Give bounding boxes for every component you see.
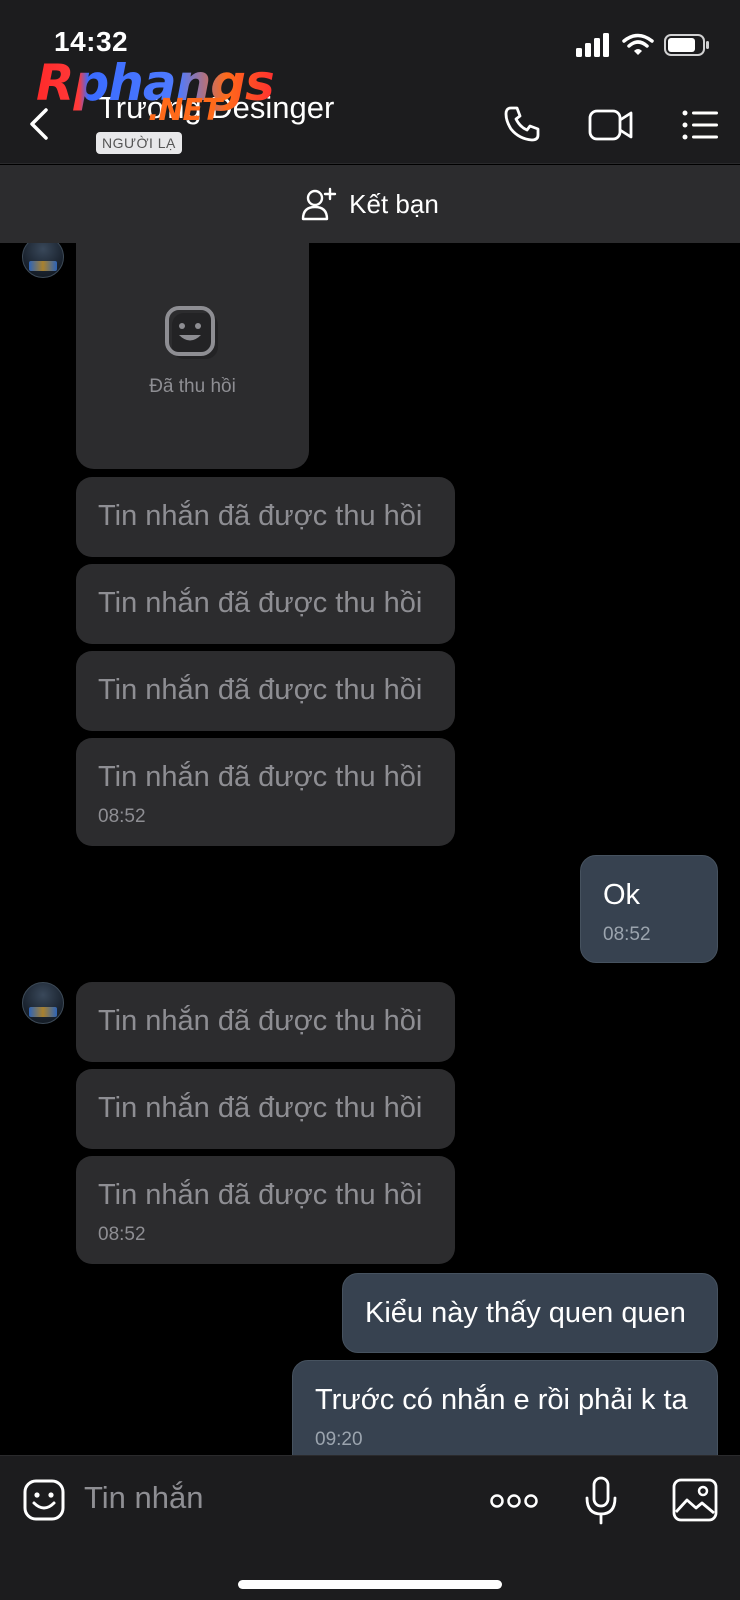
message-text: Tin nhắn đã được thu hồi (98, 674, 423, 706)
contact-avatar[interactable] (22, 243, 64, 278)
video-call-icon[interactable] (588, 108, 634, 142)
message-text: Tin nhắn đã được thu hồi (98, 587, 423, 619)
image-gallery-icon[interactable] (672, 1478, 718, 1522)
message-text: Ok (603, 879, 641, 911)
message-bubble[interactable]: Tin nhắn đã được thu hồi (76, 564, 455, 644)
message-bubble-outgoing[interactable]: Kiểu này thấy quen quen (342, 1273, 718, 1353)
menu-list-icon[interactable] (682, 110, 720, 140)
message-input-bar: Tin nhắn (0, 1455, 740, 1600)
add-friend-label: Kết bạn (349, 188, 439, 219)
chat-header: 14:32 Trường Desinger NGƯỜI LẠ Rphangs .… (0, 0, 740, 164)
status-icons (576, 30, 710, 60)
watermark-logo: Rphangs .NET (36, 58, 275, 126)
message-input[interactable]: Tin nhắn (84, 1480, 204, 1516)
battery-icon (664, 34, 709, 56)
message-text: Kiểu này thấy quen quen (365, 1297, 686, 1329)
cellular-signal-icon (576, 33, 609, 57)
more-options-icon[interactable] (490, 1492, 538, 1510)
home-indicator (238, 1580, 502, 1589)
message-text: Trước có nhắn e rồi phải k ta (315, 1384, 688, 1416)
phone-icon[interactable] (502, 104, 542, 144)
message-time: 08:52 (98, 806, 146, 827)
revoked-media-label: Đã thu hồi (149, 376, 236, 397)
message-bubble[interactable]: Tin nhắn đã được thu hồi 08:52 (76, 1156, 455, 1264)
message-bubble[interactable]: Tin nhắn đã được thu hồi (76, 477, 455, 557)
message-time: 08:52 (98, 1224, 146, 1245)
message-text: Tin nhắn đã được thu hồi (98, 1005, 423, 1037)
watermark-suffix: .NET (148, 93, 222, 128)
message-bubble-outgoing[interactable]: Trước có nhắn e rồi phải k ta 09:20 (292, 1360, 718, 1455)
message-time: 08:52 (603, 924, 651, 945)
message-text: Tin nhắn đã được thu hồi (98, 761, 423, 793)
message-text: Tin nhắn đã được thu hồi (98, 1092, 423, 1124)
message-bubble[interactable]: Tin nhắn đã được thu hồi (76, 651, 455, 731)
message-bubble-outgoing[interactable]: Ok 08:52 (580, 855, 718, 963)
message-bubble[interactable]: Tin nhắn đã được thu hồi (76, 1069, 455, 1149)
message-list[interactable]: Đã thu hồi Tin nhắn đã được thu hồi Tin … (0, 243, 740, 1455)
wifi-icon (622, 33, 654, 55)
message-bubble[interactable]: Tin nhắn đã được thu hồi (76, 982, 455, 1062)
message-text: Tin nhắn đã được thu hồi (98, 500, 423, 532)
message-text: Tin nhắn đã được thu hồi (98, 1179, 423, 1211)
revoked-sticker-icon (165, 306, 218, 359)
stranger-badge: NGƯỜI LẠ (96, 132, 182, 154)
contact-avatar[interactable] (22, 982, 64, 1024)
microphone-icon[interactable] (584, 1476, 618, 1526)
add-friend-bar[interactable]: Kết bạn (0, 165, 740, 243)
sticker-icon[interactable] (22, 1478, 66, 1522)
message-bubble[interactable]: Tin nhắn đã được thu hồi 08:52 (76, 738, 455, 846)
message-time: 09:20 (315, 1429, 363, 1450)
add-friend-icon (301, 187, 337, 221)
revoked-media-bubble[interactable]: Đã thu hồi (76, 243, 309, 469)
